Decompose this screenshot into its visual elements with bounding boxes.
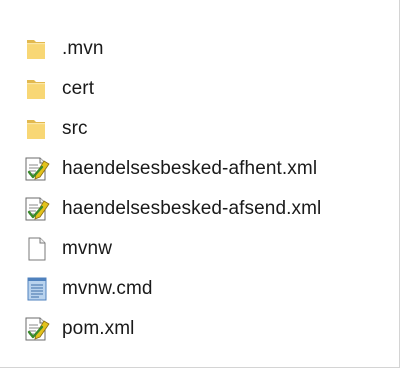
xml-file-icon — [23, 195, 51, 223]
file-name: pom.xml — [62, 318, 135, 339]
file-item[interactable]: haendelsesbesked-afsend.xml — [23, 189, 321, 229]
file-item[interactable]: cert — [23, 69, 321, 109]
file-item[interactable]: haendelsesbesked-afhent.xml — [23, 149, 321, 189]
folder-icon — [23, 35, 51, 63]
file-list: .mvn cert src haendelsesbesked-afhent.xm — [23, 29, 321, 349]
folder-icon — [23, 75, 51, 103]
xml-file-icon — [23, 155, 51, 183]
file-name: src — [62, 118, 88, 139]
file-item[interactable]: mvnw — [23, 229, 321, 269]
blank-file-icon — [23, 235, 51, 263]
file-name: haendelsesbesked-afsend.xml — [62, 198, 322, 219]
file-name: .mvn — [62, 38, 104, 59]
folder-icon — [23, 115, 51, 143]
file-item[interactable]: src — [23, 109, 321, 149]
file-item[interactable]: pom.xml — [23, 309, 321, 349]
file-name: mvnw — [62, 238, 113, 259]
file-item[interactable]: mvnw.cmd — [23, 269, 321, 309]
file-name: haendelsesbesked-afhent.xml — [62, 158, 318, 179]
cmd-file-icon — [23, 275, 51, 303]
file-item[interactable]: .mvn — [23, 29, 321, 69]
file-name: mvnw.cmd — [62, 278, 153, 299]
file-name: cert — [62, 78, 95, 99]
xml-file-icon — [23, 315, 51, 343]
file-list-panel: .mvn cert src haendelsesbesked-afhent.xm — [0, 0, 400, 368]
